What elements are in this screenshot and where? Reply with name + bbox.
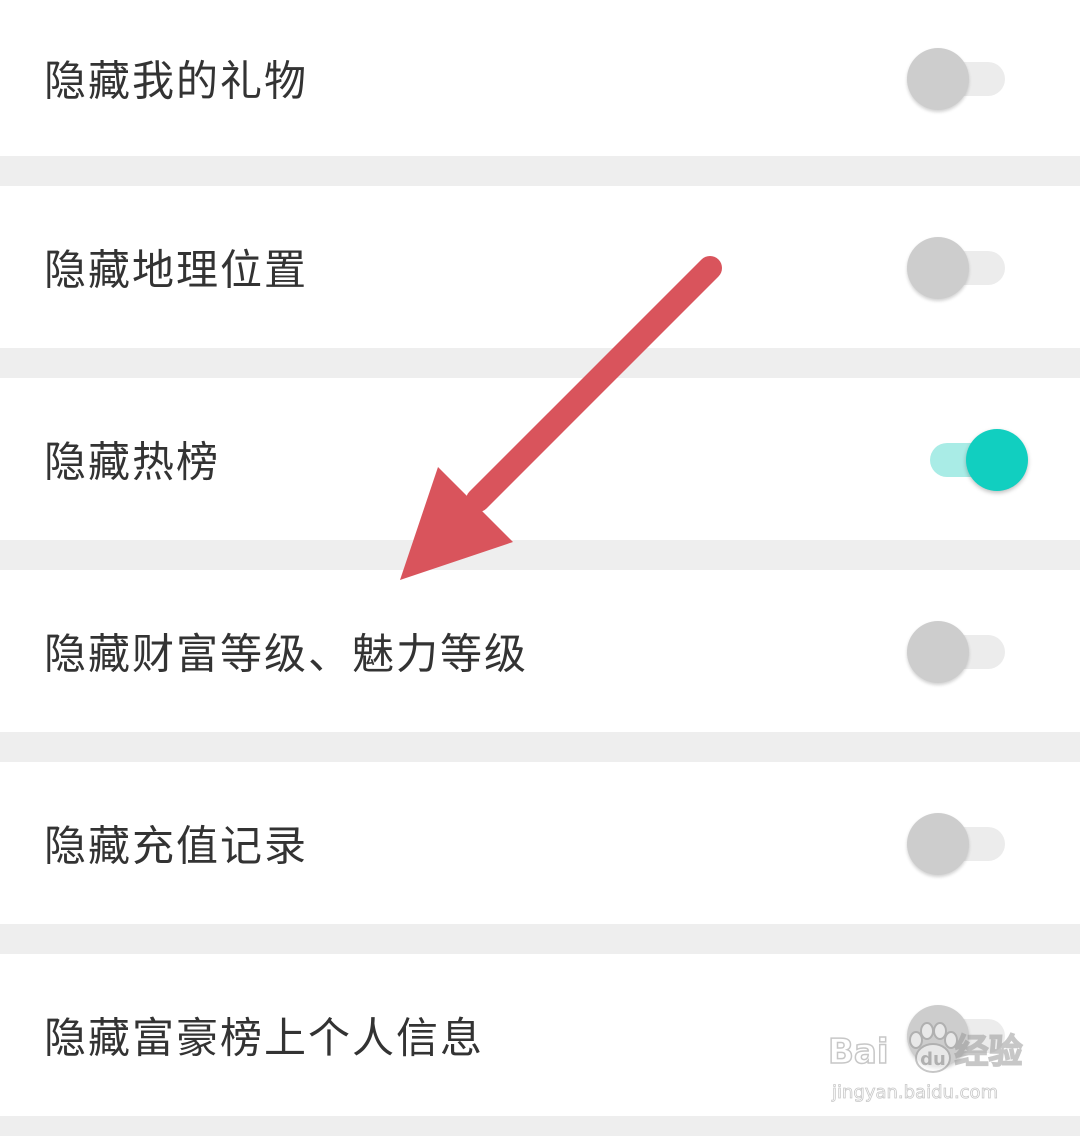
- setting-label-hide-rich-list-info: 隐藏富豪榜上个人信息: [44, 1013, 485, 1063]
- paw-icon: du: [909, 1022, 958, 1073]
- svg-text:du: du: [920, 1049, 946, 1070]
- toggle-hide-gifts[interactable]: [905, 46, 1005, 110]
- setting-row-hide-gifts: 隐藏我的礼物: [0, 0, 1080, 156]
- toggle-knob: [907, 621, 969, 683]
- setting-row-hide-location: 隐藏地理位置: [0, 186, 1080, 348]
- setting-label-hide-levels: 隐藏财富等级、魅力等级: [44, 629, 529, 679]
- toggle-hide-hot-list[interactable]: [928, 427, 1028, 491]
- watermark-brand-bai: Bai: [827, 1031, 889, 1073]
- toggle-hide-levels[interactable]: [905, 619, 1005, 683]
- setting-row-hide-levels: 隐藏财富等级、魅力等级: [0, 570, 1080, 732]
- setting-row-hide-recharge-records: 隐藏充值记录: [0, 762, 1080, 924]
- toggle-knob: [907, 813, 969, 875]
- toggle-hide-location[interactable]: [905, 235, 1005, 299]
- baidu-jingyan-watermark: Bai 经验 du jingyan.baidu.com: [827, 1022, 1028, 1114]
- setting-label-hide-location: 隐藏地理位置: [44, 245, 309, 295]
- setting-label-hide-gifts: 隐藏我的礼物: [44, 56, 309, 106]
- watermark-brand-jingyan: 经验: [954, 1031, 1024, 1073]
- toggle-hide-recharge-records[interactable]: [905, 811, 1005, 875]
- setting-label-hide-recharge-records: 隐藏充值记录: [44, 821, 309, 871]
- privacy-settings-page: 隐藏我的礼物 隐藏地理位置 隐藏热榜 隐藏财富等级、魅力等级 隐藏充值记录 隐藏…: [0, 0, 1080, 1136]
- toggle-knob: [907, 237, 969, 299]
- setting-row-hide-hot-list: 隐藏热榜: [0, 378, 1080, 540]
- watermark-url: jingyan.baidu.com: [832, 1082, 999, 1104]
- toggle-knob: [966, 429, 1028, 491]
- setting-label-hide-hot-list: 隐藏热榜: [44, 437, 221, 487]
- toggle-knob: [907, 48, 969, 110]
